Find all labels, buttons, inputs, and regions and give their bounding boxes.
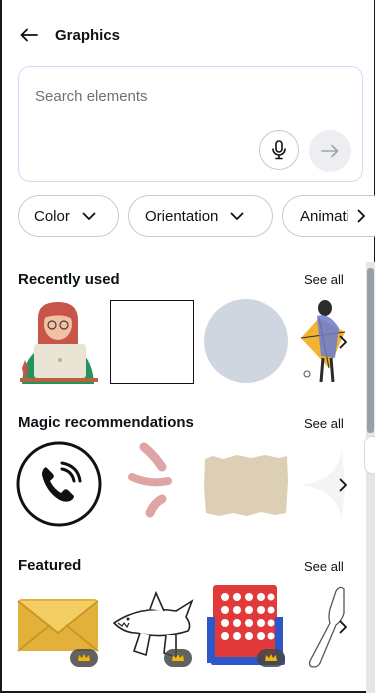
section-title-magic-recommendations: Magic recommendations bbox=[18, 414, 194, 431]
filters-scroll-right-button[interactable] bbox=[348, 202, 374, 230]
featured-scroll-right-button[interactable] bbox=[331, 612, 355, 642]
filter-chip-label: Color bbox=[34, 207, 70, 225]
premium-badge bbox=[257, 649, 285, 667]
crown-icon bbox=[78, 654, 90, 661]
search-box[interactable] bbox=[18, 66, 363, 182]
chevron-down-icon bbox=[82, 212, 96, 221]
filter-chips: Color Orientation Animatio bbox=[18, 195, 375, 237]
crown-icon bbox=[265, 654, 277, 661]
filter-chip-label: Orientation bbox=[145, 207, 219, 225]
search-input[interactable] bbox=[35, 85, 335, 107]
see-all-magic-recommendations-link[interactable]: See all bbox=[304, 416, 344, 431]
section-title-featured: Featured bbox=[18, 557, 82, 574]
search-submit-button[interactable] bbox=[309, 130, 351, 172]
panel-header: Graphics bbox=[18, 22, 120, 48]
chevron-right-icon bbox=[339, 478, 347, 492]
graphic-pink-brush-strokes[interactable] bbox=[110, 441, 196, 527]
graphic-woman-at-laptop[interactable] bbox=[16, 298, 102, 384]
magic-scroll-right-button[interactable] bbox=[331, 470, 355, 500]
see-all-recently-used-link[interactable]: See all bbox=[304, 272, 344, 287]
graphic-empty-square-frame[interactable] bbox=[110, 300, 194, 384]
panel-collapse-handle[interactable] bbox=[364, 436, 375, 474]
recent-scroll-right-button[interactable] bbox=[331, 327, 355, 357]
page-title: Graphics bbox=[55, 26, 121, 44]
chevron-down-icon bbox=[230, 212, 244, 221]
graphic-gold-envelope[interactable] bbox=[16, 583, 102, 669]
back-arrow-icon bbox=[20, 28, 38, 42]
premium-badge bbox=[164, 649, 192, 667]
graphic-gray-circle[interactable] bbox=[203, 298, 289, 384]
section-title-recently-used: Recently used bbox=[18, 271, 120, 288]
graphic-torn-paper[interactable] bbox=[203, 441, 289, 527]
graphic-phone-call-circle[interactable] bbox=[16, 441, 102, 527]
arrow-right-icon bbox=[321, 144, 339, 158]
premium-badge bbox=[70, 649, 98, 667]
back-button[interactable] bbox=[18, 24, 40, 46]
graphic-shark-sketch[interactable] bbox=[110, 583, 196, 669]
filter-chip-orientation[interactable]: Orientation bbox=[128, 195, 273, 237]
voice-search-button[interactable] bbox=[259, 130, 299, 170]
see-all-featured-link[interactable]: See all bbox=[304, 559, 344, 574]
chevron-right-icon bbox=[339, 335, 347, 349]
chevron-right-icon bbox=[357, 209, 365, 223]
filter-chip-color[interactable]: Color bbox=[18, 195, 119, 237]
scrollbar-thumb[interactable] bbox=[367, 268, 374, 433]
chevron-right-icon bbox=[339, 620, 347, 634]
graphic-connect-four-game[interactable] bbox=[205, 583, 291, 669]
microphone-icon bbox=[272, 140, 286, 160]
crown-icon bbox=[172, 654, 184, 661]
